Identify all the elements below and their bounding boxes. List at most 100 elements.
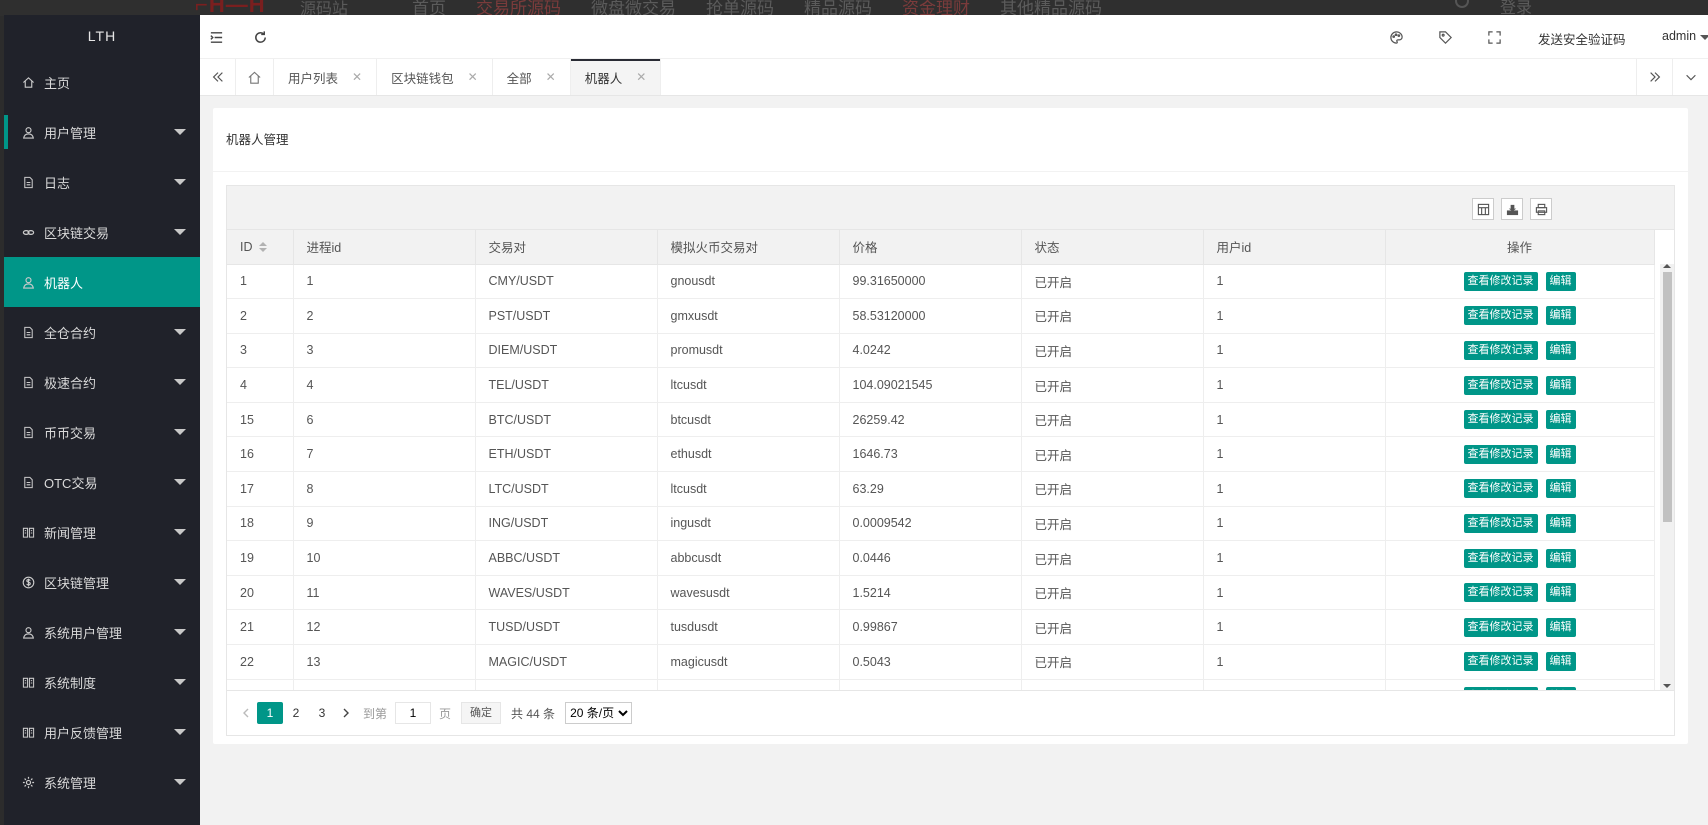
cell-user-id: 1 <box>1203 679 1386 690</box>
cell-user-id: 1 <box>1203 471 1386 507</box>
cell-pair: DIEM/USDT <box>475 333 658 369</box>
goto-label: 到第 <box>363 706 388 721</box>
table-body-scroll[interactable]: ID 进程id 交易对 模拟火币交易对 价格 状态 用户id 操作 1 1 CMY/… <box>227 230 1674 690</box>
column-header-huobi-pair: 模拟火币交易对 <box>657 230 840 265</box>
sidebar-item[interactable]: 主页 <box>4 57 200 107</box>
cell-pair: LTC/USDT <box>475 471 658 507</box>
edit-button[interactable]: 编辑 <box>1545 617 1576 637</box>
tab[interactable]: 区块链钱包 ✕ <box>377 59 493 95</box>
view-history-button[interactable]: 查看修改记录 <box>1463 444 1538 464</box>
view-history-button[interactable]: 查看修改记录 <box>1463 375 1538 395</box>
cell-pair: TUSD/USDT <box>475 609 658 646</box>
tag-icon[interactable] <box>1437 29 1453 45</box>
page-number[interactable]: 1 <box>257 702 283 724</box>
sidebar-item[interactable]: 用户反馈管理 <box>4 707 200 757</box>
admin-user-menu[interactable]: admin <box>1662 29 1696 43</box>
sidebar-item[interactable]: 极速合约 <box>4 357 200 407</box>
column-header-id[interactable]: ID <box>227 230 294 265</box>
print-icon[interactable] <box>1530 198 1552 220</box>
cell-price: 0.0009542 <box>839 506 1022 542</box>
view-history-button[interactable]: 查看修改记录 <box>1463 306 1538 326</box>
cell-status: 已开启 <box>1021 644 1204 680</box>
sidebar-item[interactable]: 新闻管理 <box>4 507 200 557</box>
prev-page-icon[interactable] <box>235 702 257 724</box>
sidebar-item[interactable]: 全仓合约 <box>4 307 200 357</box>
sidebar-item[interactable]: 日志 <box>4 157 200 207</box>
tab[interactable]: 用户列表 ✕ <box>274 59 378 95</box>
edit-button[interactable]: 编辑 <box>1545 513 1576 533</box>
sidebar-item[interactable]: 系统用户管理 <box>4 607 200 657</box>
view-history-button[interactable]: 查看修改记录 <box>1463 583 1538 603</box>
edit-button[interactable]: 编辑 <box>1545 271 1576 291</box>
tab[interactable]: 全部 ✕ <box>493 59 571 95</box>
chevron-down-icon <box>174 779 186 785</box>
robot-card: 机器人管理 ID 进程id 交易对 模拟火币交易对 价格 状态 用户id 操作 … <box>213 108 1688 744</box>
sidebar-item[interactable]: 系统管理 <box>4 757 200 807</box>
fullscreen-icon[interactable] <box>1486 29 1502 45</box>
sidebar-item[interactable]: 用户管理 <box>4 107 200 157</box>
close-icon[interactable]: ✕ <box>468 70 478 84</box>
cell-user-id: 1 <box>1203 609 1386 646</box>
view-history-button[interactable]: 查看修改记录 <box>1463 652 1538 672</box>
tab[interactable]: 机器人 ✕ <box>570 59 662 95</box>
chevron-down-icon[interactable] <box>1700 35 1708 40</box>
scroll-down-icon[interactable] <box>1663 684 1671 688</box>
edit-button[interactable]: 编辑 <box>1545 583 1576 603</box>
scrollbar-thumb[interactable] <box>1663 272 1672 522</box>
tab-label: 区块链钱包 <box>391 71 454 86</box>
table-scrollbar[interactable] <box>1660 264 1674 690</box>
page-number[interactable]: 3 <box>309 702 335 724</box>
send-security-code-link[interactable]: 发送安全验证码 <box>1538 29 1626 48</box>
goto-confirm-button[interactable]: 确定 <box>461 702 502 724</box>
goto-page-input[interactable] <box>395 702 432 724</box>
cell-actions: 查看修改记录编辑 <box>1385 264 1655 300</box>
page-size-select[interactable]: 20 条/页 <box>565 702 633 724</box>
edit-button[interactable]: 编辑 <box>1545 444 1576 464</box>
cell-actions: 查看修改记录编辑 <box>1385 609 1655 646</box>
tab-home[interactable] <box>236 59 274 95</box>
table-row: 4 4 TEL/USDT ltcusdt 104.09021545 已开启 1 查看修改记录编… <box>227 367 1655 403</box>
view-history-button[interactable]: 查看修改记录 <box>1463 340 1538 360</box>
view-history-button[interactable]: 查看修改记录 <box>1463 410 1538 430</box>
columns-filter-icon[interactable] <box>1472 198 1494 220</box>
view-history-button[interactable]: 查看修改记录 <box>1463 271 1538 291</box>
next-page-icon[interactable] <box>335 702 357 724</box>
tabs-more-icon[interactable] <box>1672 59 1708 95</box>
link-icon <box>22 226 35 239</box>
cell-process-id: 1 <box>293 264 476 300</box>
page-number[interactable]: 2 <box>283 702 309 724</box>
export-icon[interactable] <box>1501 198 1523 220</box>
tabs-scroll-right-icon[interactable] <box>1636 59 1672 95</box>
cell-huobi-pair: magicusdt <box>657 644 840 680</box>
edit-button[interactable]: 编辑 <box>1545 548 1576 568</box>
view-history-button[interactable]: 查看修改记录 <box>1463 479 1538 499</box>
cell-pair: ING/USDT <box>475 506 658 542</box>
edit-button[interactable]: 编辑 <box>1545 410 1576 430</box>
tabs-scroll-left-icon[interactable] <box>200 59 236 95</box>
sort-icon[interactable] <box>258 242 267 253</box>
view-history-button[interactable]: 查看修改记录 <box>1463 513 1538 533</box>
edit-button[interactable]: 编辑 <box>1545 479 1576 499</box>
close-icon[interactable]: ✕ <box>636 70 646 84</box>
file-icon <box>22 376 35 389</box>
sidebar-item[interactable]: 区块链管理 <box>4 557 200 607</box>
edit-button[interactable]: 编辑 <box>1545 306 1576 326</box>
theme-icon[interactable] <box>1388 29 1404 45</box>
view-history-button[interactable]: 查看修改记录 <box>1463 617 1538 637</box>
edit-button[interactable]: 编辑 <box>1545 652 1576 672</box>
scroll-up-icon[interactable] <box>1663 264 1671 268</box>
cell-huobi-pair: ethusdt <box>657 436 840 473</box>
sidebar-item[interactable]: 系统制度 <box>4 657 200 707</box>
sidebar-item[interactable]: OTC交易 <box>4 457 200 507</box>
menu-toggle-icon[interactable] <box>208 29 224 45</box>
sidebar-item[interactable]: 区块链交易 <box>4 207 200 257</box>
view-history-button[interactable]: 查看修改记录 <box>1463 548 1538 568</box>
chevron-down-icon <box>174 729 186 735</box>
sidebar-item[interactable]: 币币交易 <box>4 407 200 457</box>
sidebar-item[interactable]: 机器人 <box>4 257 200 307</box>
refresh-icon[interactable] <box>252 29 268 45</box>
edit-button[interactable]: 编辑 <box>1545 340 1576 360</box>
close-icon[interactable]: ✕ <box>352 70 362 84</box>
edit-button[interactable]: 编辑 <box>1545 375 1576 395</box>
close-icon[interactable]: ✕ <box>546 70 556 84</box>
